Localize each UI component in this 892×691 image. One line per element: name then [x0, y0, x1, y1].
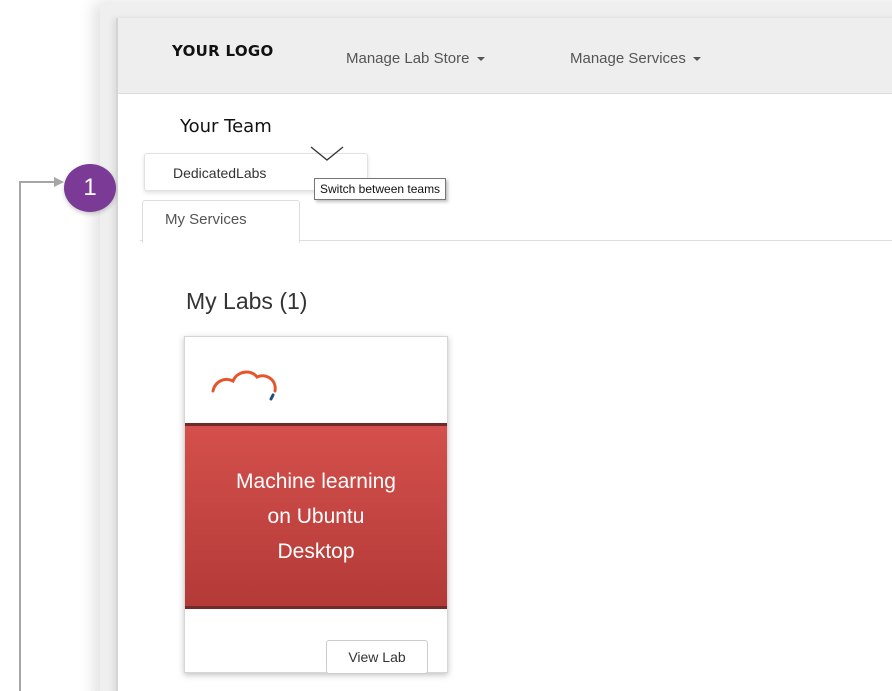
- tutorial-screenshot: YOUR LOGO Manage Lab Store Manage Servic…: [0, 0, 892, 691]
- nav-manage-services[interactable]: Manage Services: [570, 50, 702, 67]
- team-switch-tooltip: Switch between teams: [314, 178, 447, 200]
- nav-manage-lab-store[interactable]: Manage Lab Store: [346, 50, 485, 67]
- nav-label: Manage Lab Store: [346, 50, 470, 67]
- team-heading: Your Team: [180, 116, 272, 137]
- lab-title: Machine learning on Ubuntu Desktop: [236, 470, 396, 563]
- chevron-down-icon[interactable]: [310, 146, 344, 162]
- nav-label: Manage Services: [570, 50, 686, 67]
- logo[interactable]: YOUR LOGO: [172, 42, 274, 60]
- cloud-icon: [211, 370, 277, 401]
- lab-banner[interactable]: Machine learning on Ubuntu Desktop: [185, 423, 447, 609]
- top-navbar: YOUR LOGO Manage Lab Store Manage Servic…: [118, 18, 892, 94]
- view-lab-button[interactable]: View Lab: [326, 640, 428, 674]
- tab-label: My Services: [165, 211, 247, 228]
- callout-badge: 1: [64, 164, 116, 212]
- labs-heading: My Labs (1): [186, 288, 308, 314]
- caret-down-icon: [693, 57, 702, 62]
- current-team-label: DedicatedLabs: [173, 165, 267, 181]
- app-window: YOUR LOGO Manage Lab Store Manage Servic…: [116, 18, 892, 691]
- lab-card[interactable]: Machine learning on Ubuntu Desktop View …: [184, 336, 448, 674]
- tab-my-services[interactable]: My Services: [142, 200, 300, 243]
- caret-down-icon: [476, 57, 485, 62]
